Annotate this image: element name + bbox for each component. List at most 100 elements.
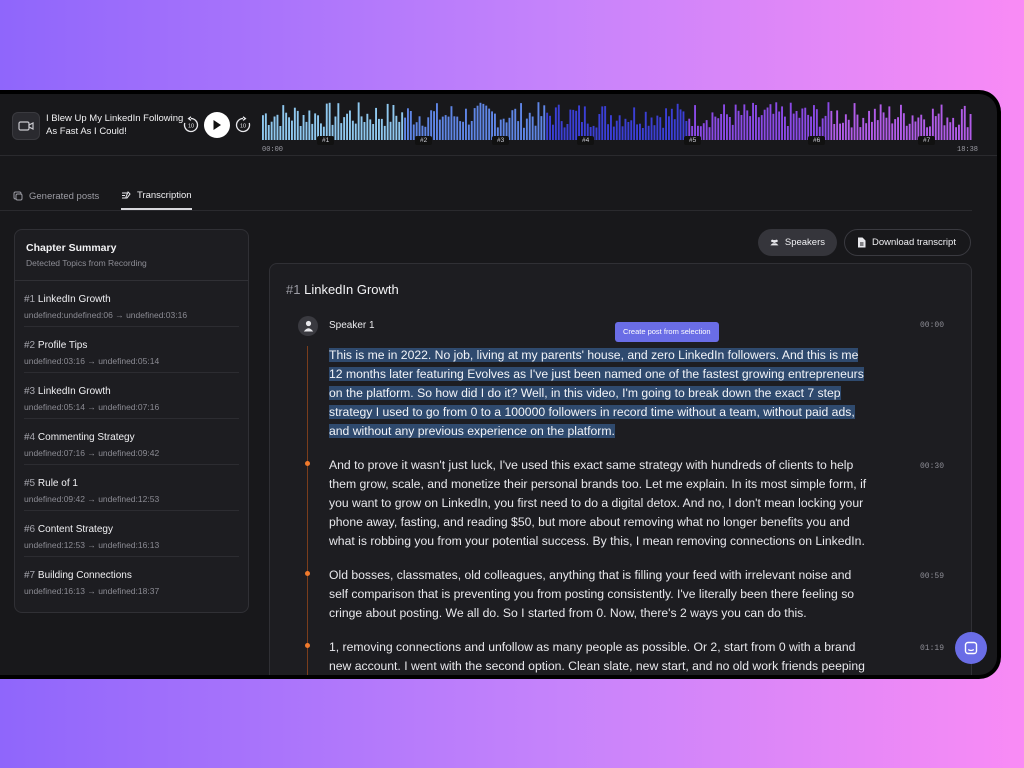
posts-icon (13, 191, 23, 201)
paragraph-timestamp[interactable]: 00:59 (920, 572, 944, 581)
waveform-bar (293, 107, 296, 140)
download-transcript-button[interactable]: Download transcript (844, 229, 971, 256)
chapter-item[interactable]: #2 Profile Tips undefined:03:16 → undefi… (24, 327, 239, 373)
waveform-bar (433, 111, 435, 140)
waveform-bar (804, 107, 807, 140)
speakers-button[interactable]: Speakers (758, 229, 837, 256)
waveform-bar (450, 106, 453, 140)
tab-generated-posts-label: Generated posts (29, 190, 100, 202)
chapter-number: #6 (24, 524, 36, 535)
transcript-panel: #1 LinkedIn Growth Speaker 1 Create post… (269, 263, 972, 675)
transcript-paragraph[interactable]: And to prove it wasn't just luck, I've u… (329, 456, 914, 551)
waveform-bar (726, 114, 728, 140)
transcript-paragraph-selected[interactable]: This is me in 2022. No job, living at my… (329, 346, 914, 441)
waveform-bar (757, 117, 760, 140)
waveform-bar (618, 115, 621, 140)
waveform-bar (470, 121, 473, 140)
chapter-marker-1[interactable]: #1 (317, 136, 335, 145)
tab-generated-posts[interactable]: Generated posts (13, 188, 99, 210)
chapter-item[interactable]: #6 Content Strategy undefined:12:53 → un… (24, 511, 239, 557)
waveform-bar (662, 127, 665, 140)
waveform-bar (778, 111, 781, 140)
video-thumbnail[interactable] (12, 112, 40, 140)
tab-transcription-label: Transcription (137, 189, 192, 201)
waveform-bar (456, 116, 459, 140)
waveform[interactable] (262, 102, 973, 146)
transcript-line: self comparison that is preventing you f… (329, 587, 855, 601)
paragraph-timestamp[interactable]: 00:30 (920, 462, 944, 471)
waveform-bar (882, 112, 885, 140)
waveform-bar (441, 116, 444, 140)
waveform-bar (836, 110, 839, 140)
waveform-bar (850, 127, 853, 140)
app-window: I Blew Up My LinkedIn Following As Fast … (0, 94, 997, 675)
waveform-bar (641, 128, 644, 140)
transcript-paragraph[interactable]: 1, removing connections and unfollow as … (329, 638, 914, 675)
waveform-bar (276, 114, 279, 140)
download-transcript-label: Download transcript (872, 237, 956, 248)
waveform-bar (714, 116, 717, 140)
waveform-bar (528, 112, 531, 140)
tab-transcription[interactable]: Transcription (121, 188, 192, 210)
waveform-bar (349, 110, 351, 140)
waveform-bar (360, 116, 363, 140)
waveform-bar (299, 126, 302, 140)
chapter-marker-4[interactable]: #4 (577, 136, 595, 145)
create-post-from-selection-button[interactable]: Create post from selection (615, 322, 719, 342)
waveform-bar (969, 114, 972, 140)
chat-launcher-button[interactable] (955, 632, 987, 664)
waveform-bar (488, 108, 491, 140)
waveform-bar (894, 119, 897, 140)
forward-label: 10 (240, 124, 246, 130)
transcript-paragraph[interactable]: Old bosses, classmates, old colleagues, … (329, 566, 914, 623)
waveform-bar (868, 110, 870, 140)
chapter-item[interactable]: #3 LinkedIn Growth undefined:05:14 → und… (24, 373, 239, 419)
waveform-bar (334, 116, 337, 140)
waveform-bar (273, 116, 276, 140)
chapter-summary-title: Chapter Summary (26, 242, 117, 254)
chapter-marker-5[interactable]: #5 (684, 136, 702, 145)
chapter-name: Content Strategy (37, 524, 113, 535)
waveform-bar (769, 104, 772, 140)
waveform-bar (830, 110, 833, 140)
waveform-bar (731, 124, 734, 140)
paragraph-timestamp[interactable]: 00:00 (920, 321, 944, 330)
chapter-time: undefined:undefined:06 → undefined:03:16 (24, 310, 188, 320)
waveform-bar (296, 110, 299, 140)
chapter-time: undefined:07:16 → undefined:09:42 (24, 448, 160, 458)
chapter-number: #2 (24, 340, 36, 351)
speaker-name[interactable]: Speaker 1 (329, 320, 375, 331)
chapter-item[interactable]: #4 Commenting Strategy undefined:07:16 →… (24, 419, 239, 465)
waveform-bar (934, 116, 937, 140)
transcript-line: and without any previous experience on t… (329, 424, 615, 438)
waveform-bar (279, 126, 282, 140)
waveform-bar (955, 127, 957, 140)
waveform-bar (775, 102, 778, 140)
paragraph-timestamp[interactable]: 01:19 (920, 644, 944, 653)
waveform-bar (665, 108, 667, 140)
waveform-bar (482, 103, 485, 140)
play-button[interactable] (204, 112, 230, 138)
waveform-bar (720, 114, 723, 140)
chapter-marker-2[interactable]: #2 (415, 136, 433, 145)
waveform-bar (798, 117, 801, 140)
chapter-item[interactable]: #1 LinkedIn Growth undefined:undefined:0… (24, 281, 239, 327)
waveform-bar (862, 117, 865, 140)
waveform-bar (369, 119, 372, 140)
waveform-bar (737, 110, 740, 140)
chapter-marker-6[interactable]: #6 (808, 136, 826, 145)
waveform-bar (694, 105, 696, 140)
transcription-icon (122, 191, 131, 199)
chapter-item[interactable]: #5 Rule of 1 undefined:09:42 → undefined… (24, 465, 239, 511)
waveform-bar (549, 115, 551, 140)
waveform-bar (859, 127, 862, 140)
rewind-button[interactable]: 10 (182, 116, 200, 134)
forward-button[interactable]: 10 (234, 116, 252, 134)
chapter-marker-3[interactable]: #3 (492, 136, 510, 145)
waveform-bar (607, 124, 609, 140)
waveform-bar (633, 107, 636, 140)
waveform-bar (409, 111, 412, 140)
chapter-item[interactable]: #7 Building Connections undefined:16:13 … (24, 557, 239, 603)
waveform-bar (476, 105, 479, 140)
chapter-marker-7[interactable]: #7 (918, 136, 936, 145)
